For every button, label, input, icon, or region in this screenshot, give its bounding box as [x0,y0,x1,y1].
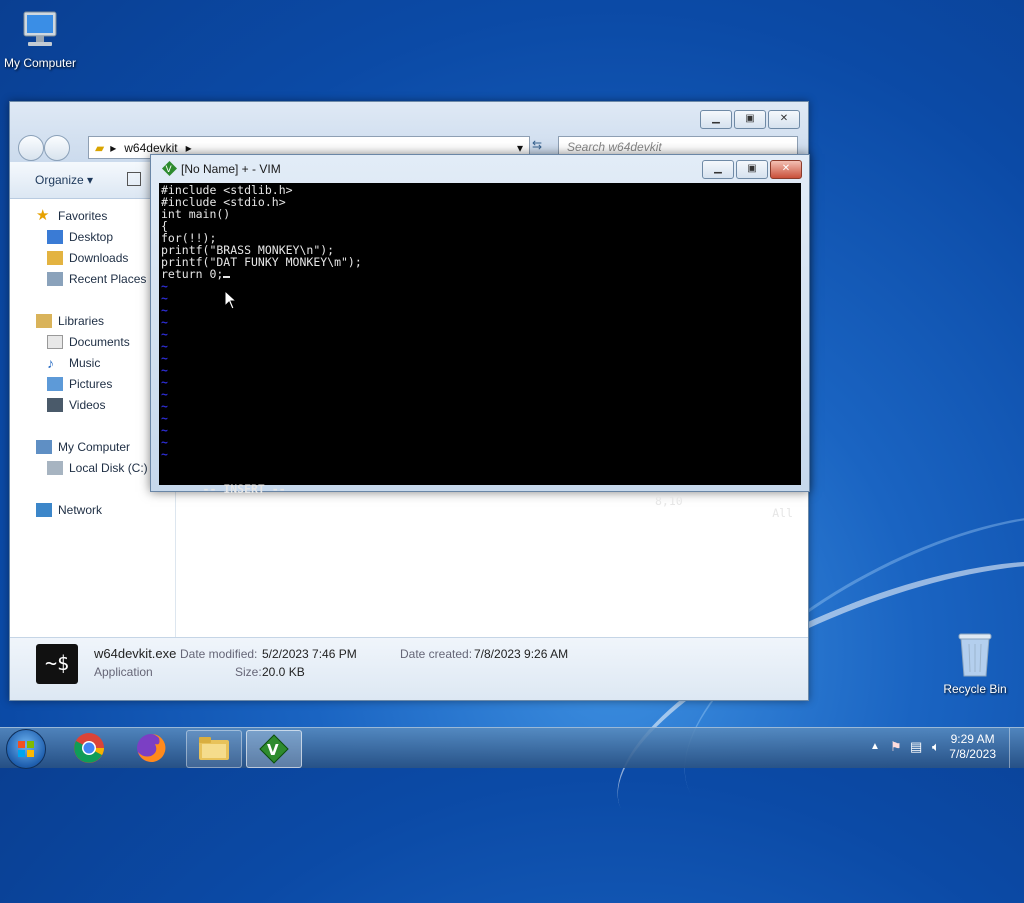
text-cursor [223,276,231,278]
breadcrumb-arrow-icon: ▸ [110,140,117,155]
recycle-bin-icon [955,630,995,678]
desktop-icon-recycle-bin[interactable]: Recycle Bin [935,630,1015,696]
pictures-icon [47,377,63,391]
refresh-icon[interactable]: ⇆ [532,138,542,152]
vim-window[interactable]: V [No Name] + - VIM ▁ ▣ ✕ #include <stdl… [150,154,810,519]
vim-icon: V [162,161,177,176]
nav-item-my-computer[interactable]: My Computer [36,440,130,454]
nav-item-favorites[interactable]: ★ Favorites [36,207,107,224]
taskbar: V ▲ ⚑ ▤ 🔈︎ 9:29 AM 7/8/2023 [0,727,1024,769]
folder-icon [199,737,229,760]
minimize-button[interactable]: ▁ [702,160,734,179]
breadcrumb-arrow-icon: ▸ [185,140,192,155]
code-line-current: return 0; [161,268,231,280]
vim-editor[interactable]: #include <stdlib.h> #include <stdio.h> i… [159,183,801,519]
chrome-icon [74,733,104,763]
music-icon: ♪ [47,355,54,371]
svg-text:V: V [267,741,279,759]
details-size-value: 20.0 KB [262,665,305,679]
details-created-label: Date created: [400,647,473,661]
desktop-icon [47,230,63,244]
nav-item-network[interactable]: Network [36,503,102,517]
taskbar-chrome[interactable] [62,730,116,766]
back-button[interactable] [18,135,44,161]
minimize-button[interactable]: ▁ [700,110,732,129]
maximize-button[interactable]: ▣ [734,110,766,129]
details-modified-label: Date modified: [180,647,258,661]
taskbar-clock[interactable]: 9:29 AM 7/8/2023 [949,732,996,762]
application-icon: ~$ [36,644,78,684]
organize-button[interactable]: Organize ▾ [35,173,93,187]
desktop-icon-my-computer[interactable]: My Computer [0,8,80,70]
network-status-icon[interactable]: ▤ [910,739,922,755]
nav-item-music[interactable]: ♪ Music [47,356,100,370]
nav-item-local-disk[interactable]: Local Disk (C:) [47,461,148,475]
close-button[interactable]: ✕ [768,110,800,129]
svg-text:V: V [166,165,173,175]
code-line: int main() [161,207,231,221]
taskbar-vim[interactable]: V [246,730,302,768]
vim-window-title: [No Name] + - VIM [181,162,281,176]
desktop-icon-label: My Computer [3,56,77,70]
vim-status-line: -- INSERT -- 8,10 All [161,471,793,531]
chevron-down-icon: ▾ [87,173,94,187]
desktop-icon-label: Recycle Bin [943,682,1007,696]
details-pane: ~$ w64devkit.exe Application Date modifi… [10,637,808,700]
libraries-icon [36,314,52,328]
action-center-icon[interactable]: ⚑ [890,739,902,755]
folder-icon: ▰ [95,140,105,155]
videos-icon [47,398,63,412]
windows-logo-icon [18,741,34,757]
downloads-folder-icon [47,251,63,265]
firefox-icon [137,733,166,762]
star-icon: ★ [36,207,50,224]
forward-button[interactable] [44,135,70,161]
clock-time: 9:29 AM [950,732,995,746]
vim-icon: V [259,734,289,764]
show-desktop-button[interactable] [1009,728,1024,768]
volume-muted-icon[interactable]: 🔈︎ [932,739,940,755]
drive-icon [47,461,63,475]
system-tray: ▲ ⚑ ▤ 🔈︎ 9:29 AM 7/8/2023 [834,728,1024,768]
computer-icon [36,440,52,454]
details-size-label: Size: [235,665,262,679]
vim-cursor-position: 8,10 [655,494,683,508]
show-hidden-icons-icon[interactable]: ▲ [870,741,880,752]
address-dropdown-icon[interactable]: ▾ [517,141,523,155]
nav-item-recent-places[interactable]: Recent Places [47,272,146,286]
maximize-button[interactable]: ▣ [736,160,768,179]
details-file-type: Application [94,665,153,679]
vim-mode: -- INSERT -- [202,482,286,496]
documents-icon [47,335,63,349]
taskbar-explorer[interactable] [186,730,242,768]
computer-icon [18,8,62,52]
vim-scroll-position: All [772,506,793,520]
nav-item-desktop[interactable]: Desktop [47,230,113,244]
nav-item-videos[interactable]: Videos [47,398,105,412]
clock-date: 7/8/2023 [949,747,996,761]
vim-window-controls: ▁ ▣ ✕ [702,160,802,179]
details-file-name: w64devkit.exe [94,646,177,661]
nav-buttons [18,135,70,161]
taskbar-firefox[interactable] [124,730,178,766]
nav-item-documents[interactable]: Documents [47,335,130,349]
tilde-marker: ~ [161,447,168,461]
mouse-pointer-icon [224,289,238,313]
nav-item-pictures[interactable]: Pictures [47,377,112,391]
close-button[interactable]: ✕ [770,160,802,179]
nav-item-libraries[interactable]: Libraries [36,314,104,328]
view-icon[interactable] [127,172,141,186]
details-modified-value: 5/2/2023 7:46 PM [262,647,357,661]
start-button[interactable] [6,729,46,769]
recent-places-icon [47,272,63,286]
network-icon [36,503,52,517]
details-created-value: 7/8/2023 9:26 AM [474,647,569,661]
nav-item-downloads[interactable]: Downloads [47,251,128,265]
explorer-window-controls: ▁ ▣ ✕ [700,110,800,129]
breadcrumb-item[interactable]: w64devkit [124,141,177,155]
